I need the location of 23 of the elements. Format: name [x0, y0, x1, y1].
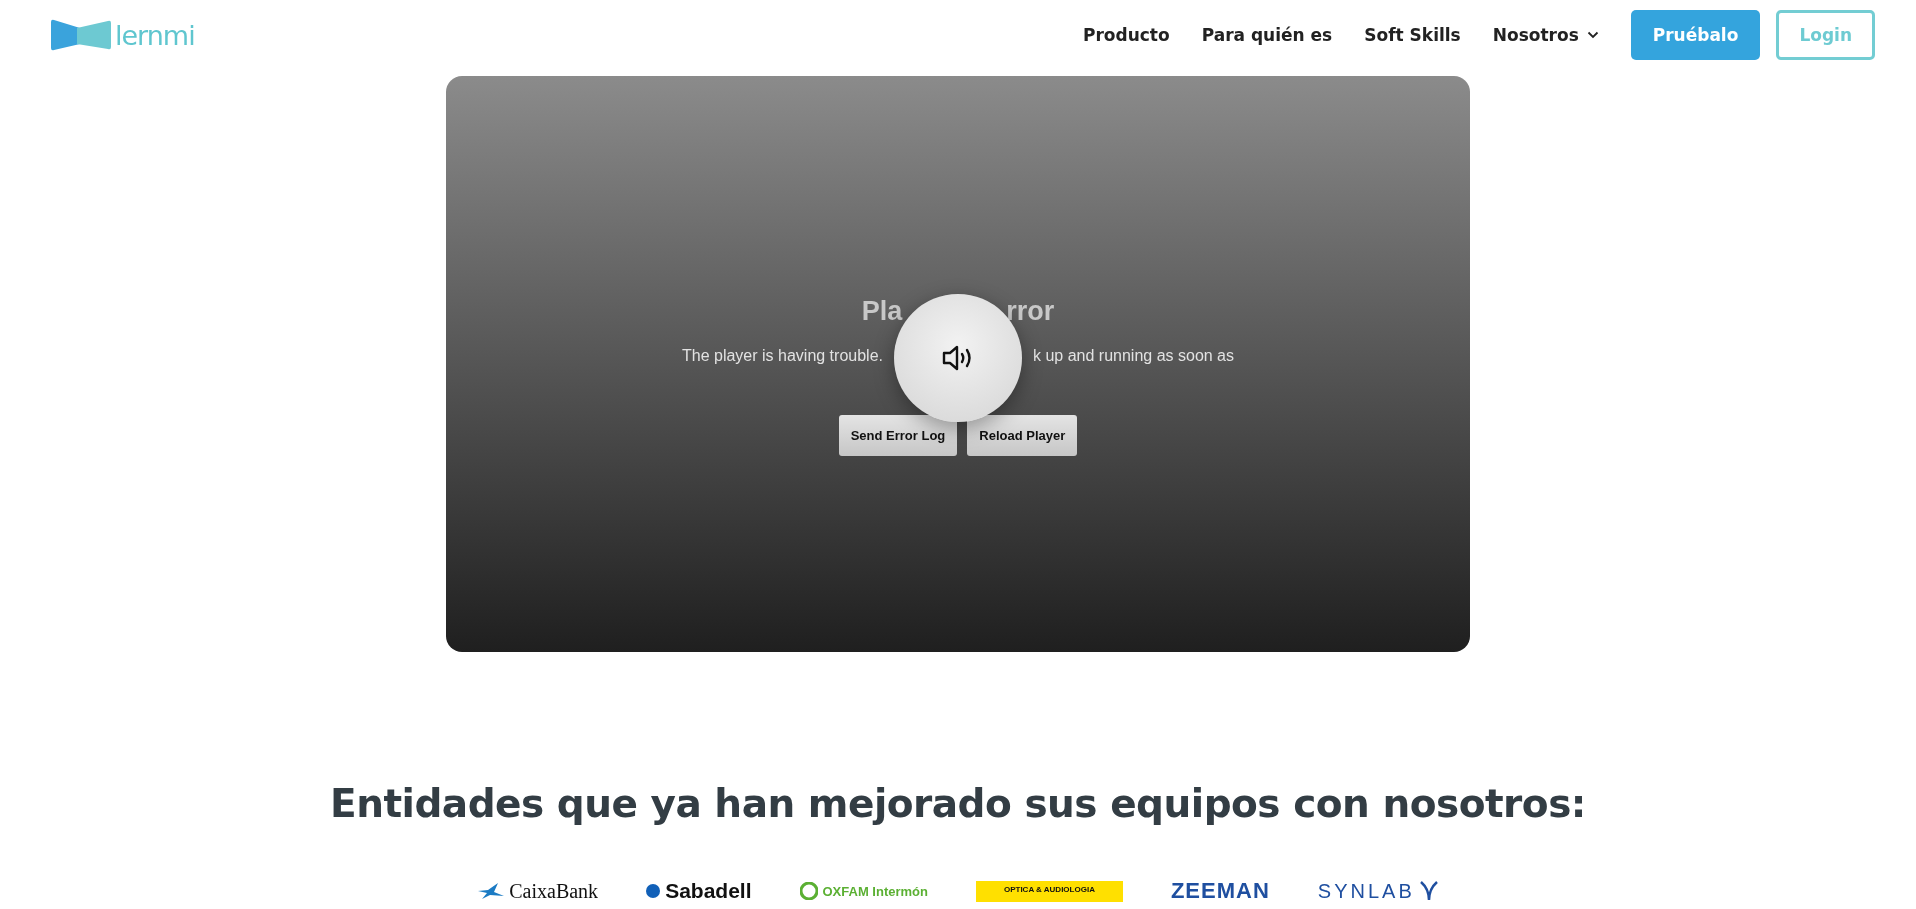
partner-logo: OXFAM Intermón: [799, 880, 928, 902]
star-icon: [478, 883, 505, 899]
circle-icon: [646, 884, 661, 898]
bow-tie-icon: [50, 19, 112, 51]
partner-logo: Sabadell: [646, 880, 752, 902]
error-message: k up and running as soon as: [1033, 347, 1234, 365]
reload-button[interactable]: Reload Player: [967, 415, 1078, 456]
speaker-icon: [942, 345, 974, 371]
partner-logo: ZEEMAN: [1170, 880, 1270, 902]
nav-dropdown[interactable]: Nosotros: [1492, 25, 1599, 45]
partner-logo: SYNLAB: [1317, 880, 1438, 902]
nav-link[interactable]: Para quién es: [1201, 25, 1333, 45]
nav-link[interactable]: Soft Skills: [1364, 25, 1461, 45]
partner-logo: CaixaBank: [478, 880, 599, 902]
v-shape-icon: [1419, 881, 1438, 901]
error-message: The player is having trouble.: [682, 347, 883, 365]
video-player[interactable]: Pla rror The player is having trouble. k up and running as soon as Send Error Log Reload Player: [446, 76, 1470, 652]
nav-link[interactable]: Producto: [1083, 25, 1170, 45]
partner-logo: OPTICA & AUDIOLOGIA: [975, 880, 1123, 902]
send-log-button[interactable]: Send Error Log: [838, 415, 958, 456]
error-title: Pla: [861, 296, 903, 327]
section-heading: Entidades que ya han mejorado sus equipos con nosotros:: [329, 780, 1587, 828]
error-title: rror: [1006, 296, 1055, 327]
